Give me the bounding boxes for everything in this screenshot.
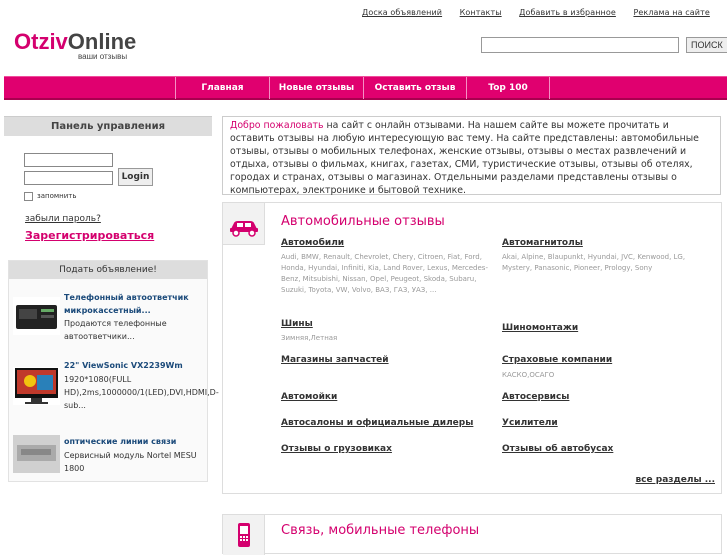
ad-item[interactable]: 22" ViewSonic VX2239Wm 1920*1080(FULL HD… bbox=[13, 359, 219, 419]
ad-desc: 1920*1080(FULL HD),2ms,1000000/1(LED),DV… bbox=[64, 375, 219, 410]
logo-tagline: ваши отзывы bbox=[78, 52, 128, 61]
ad-title[interactable]: Телефонный автоответчик микрокассетный..… bbox=[64, 291, 204, 317]
nav-leave-review[interactable]: Оставить отзыв bbox=[363, 77, 466, 99]
nav-top-100[interactable]: Top 100 bbox=[466, 77, 550, 99]
sub-tires[interactable]: Шины bbox=[281, 319, 313, 329]
car-icon bbox=[223, 203, 265, 245]
ad-thumb-monitor[interactable] bbox=[13, 367, 60, 405]
ad-desc: Сервисный модуль Nortel MESU 1800 bbox=[64, 451, 197, 473]
register-link[interactable]: Зарегистрироваться bbox=[25, 229, 154, 242]
category-mobile: Связь, мобильные телефоны bbox=[222, 514, 722, 555]
welcome-highlight: Добро пожаловать bbox=[230, 120, 324, 131]
ads-box: Подать объявление! Телефонный автоответч… bbox=[8, 260, 219, 482]
logo-part2: Online bbox=[67, 29, 137, 54]
password-field[interactable] bbox=[24, 171, 113, 185]
sub-dealers[interactable]: Автосалоны и официальные дилеры bbox=[281, 418, 473, 428]
sub-amplifiers[interactable]: Усилители bbox=[502, 418, 558, 428]
category-auto: Автомобильные отзывы Автомобили Audi, BM… bbox=[222, 202, 722, 494]
remember-label: запомнить bbox=[37, 192, 77, 200]
ad-title[interactable]: 22" ViewSonic VX2239Wm bbox=[64, 359, 204, 372]
top-link-board[interactable]: Доска объявлений bbox=[362, 8, 442, 17]
category-title[interactable]: Автомобильные отзывы bbox=[281, 214, 445, 229]
remember-checkbox[interactable] bbox=[24, 192, 33, 201]
top-link-ads[interactable]: Реклама на сайте bbox=[633, 8, 709, 17]
sub-car-services[interactable]: Автосервисы bbox=[502, 392, 569, 402]
welcome-body: на сайт с онлайн отзывами. На нашем сайт… bbox=[230, 120, 699, 196]
sub-car-radios-desc: Akai, Alpine, Blaupunkt, Hyundai, JVC, K… bbox=[502, 253, 686, 272]
sub-insurance[interactable]: Страховые компании bbox=[502, 355, 612, 365]
forgot-password-link[interactable]: забыли пароль? bbox=[25, 214, 101, 224]
sub-tire-fitting[interactable]: Шиномонтажи bbox=[502, 323, 578, 333]
sub-cars[interactable]: Автомобили bbox=[281, 238, 344, 248]
ad-item[interactable]: Телефонный автоответчик микрокассетный..… bbox=[13, 291, 203, 341]
sub-tires-desc: Зимняя,Летная bbox=[281, 334, 338, 342]
all-sections-link[interactable]: все разделы ... bbox=[635, 475, 715, 485]
welcome-text: Добро пожаловать на сайт с онлайн отзыва… bbox=[222, 116, 721, 196]
panel-title: Панель управления bbox=[4, 116, 212, 136]
category-title[interactable]: Связь, мобильные телефоны bbox=[281, 523, 479, 538]
login-button[interactable]: Login bbox=[118, 168, 153, 186]
ad-title[interactable]: оптические линии связи bbox=[64, 435, 204, 448]
search-button[interactable]: ПОИСК bbox=[686, 37, 727, 53]
top-link-favorites[interactable]: Добавить в избранное bbox=[519, 8, 616, 17]
sub-parts-stores[interactable]: Магазины запчастей bbox=[281, 355, 389, 365]
sub-insurance-desc: КАСКО,ОСАГО bbox=[502, 371, 555, 379]
nav-home[interactable]: Главная страница bbox=[175, 77, 269, 115]
search-input[interactable] bbox=[481, 37, 679, 53]
sub-buses[interactable]: Отзывы об автобусах bbox=[502, 444, 613, 454]
phone-icon bbox=[223, 515, 265, 555]
ad-thumb-optic-module[interactable] bbox=[13, 435, 60, 473]
sub-car-washes[interactable]: Автомойки bbox=[281, 392, 337, 402]
sub-trucks[interactable]: Отзывы о грузовиках bbox=[281, 444, 392, 454]
site-logo[interactable]: OtzivOnline bbox=[14, 30, 136, 54]
ad-thumb-answering-machine[interactable] bbox=[13, 297, 60, 335]
sub-car-radios[interactable]: Автомагнитолы bbox=[502, 238, 583, 248]
sub-cars-desc: Audi, BMW, Renault, Chevrolet, Chery, Ci… bbox=[281, 253, 488, 294]
logo-part1: Otziv bbox=[14, 29, 68, 54]
ad-desc: Продаются телефонные автоответчики... bbox=[64, 319, 167, 341]
ads-title[interactable]: Подать объявление! bbox=[9, 261, 207, 279]
username-field[interactable] bbox=[24, 153, 113, 167]
top-links: Доска объявлений Контакты Добавить в изб… bbox=[362, 8, 725, 17]
nav-new-reviews[interactable]: Новые отзывы bbox=[269, 77, 363, 99]
ad-item[interactable]: оптические линии связи Сервисный модуль … bbox=[13, 433, 203, 477]
main-nav: Главная страница Новые отзывы Оставить о… bbox=[4, 76, 727, 115]
top-link-contacts[interactable]: Контакты bbox=[460, 8, 502, 17]
